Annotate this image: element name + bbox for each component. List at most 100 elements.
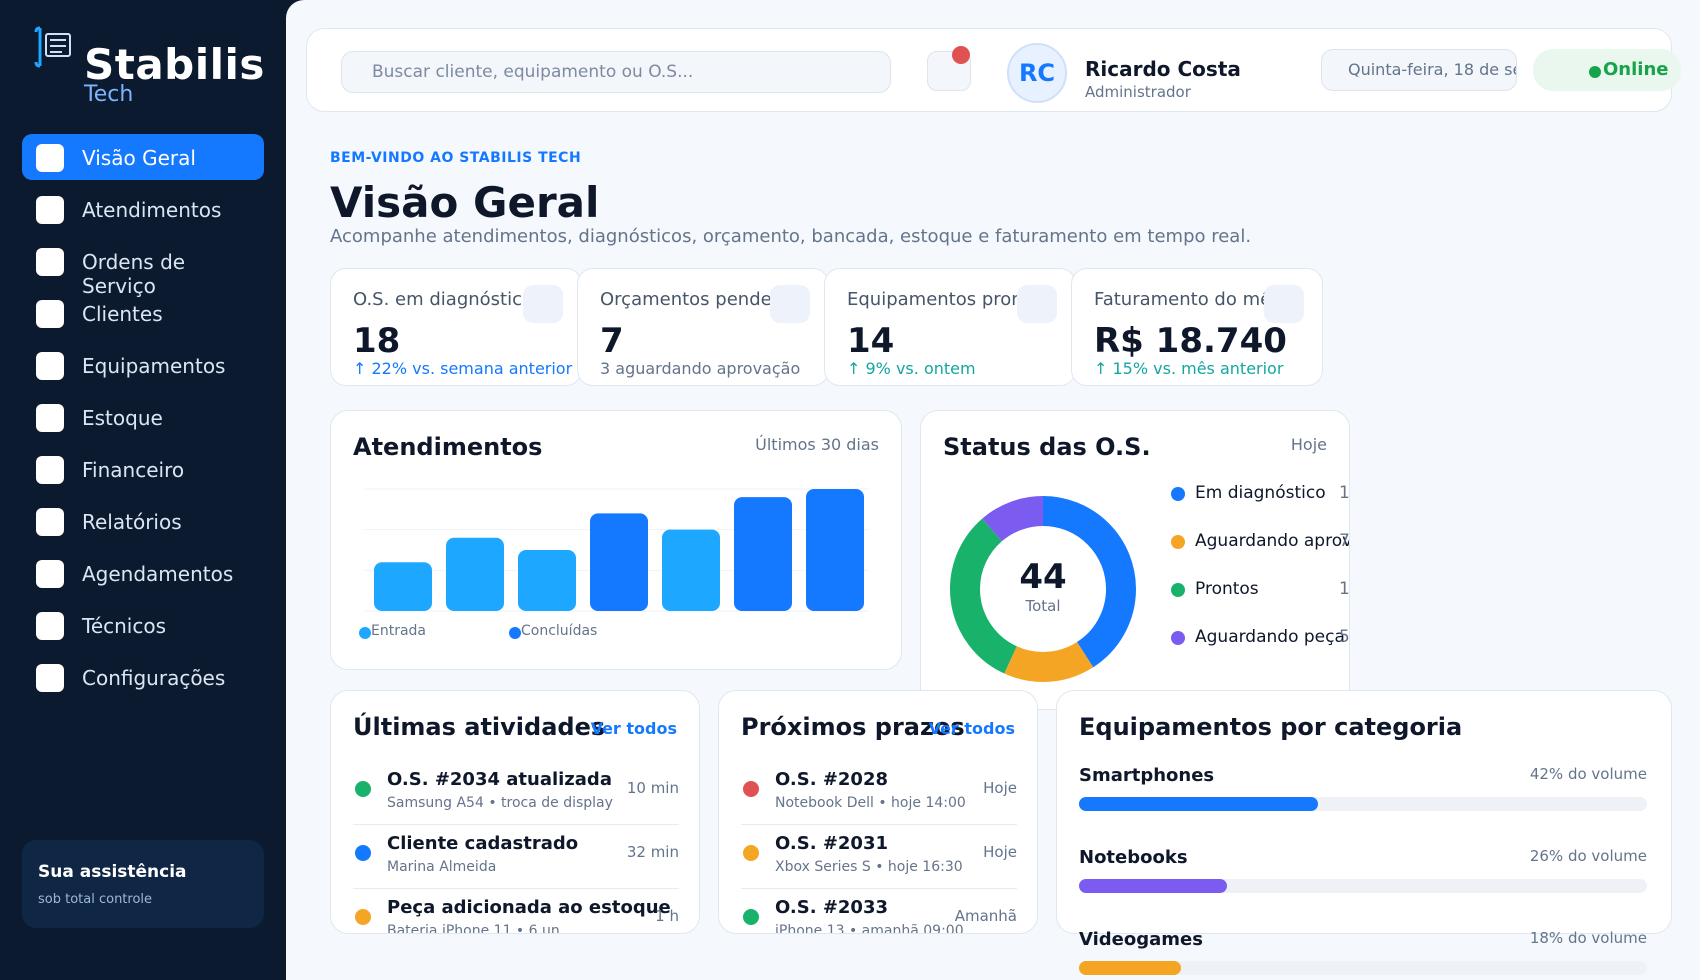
status-text: Online [1603, 59, 1669, 80]
deadlines-view-all-link[interactable]: Ver todos [929, 719, 1015, 738]
status-dot-icon [355, 909, 371, 925]
sidebar-item-clientes[interactable]: Clientes [22, 290, 264, 336]
activities-view-all-link[interactable]: Ver todos [591, 719, 677, 738]
list-item-subtitle: iPhone 13 • amanhã 09:00 [775, 923, 964, 934]
bar-6[interactable] [734, 497, 792, 611]
financeiro-icon [36, 456, 64, 484]
list-item[interactable]: O.S. #2033 iPhone 13 • amanhã 09:00 Amanhã [741, 891, 1017, 934]
avatar[interactable]: RC [1007, 43, 1067, 103]
stabilis-logo-icon [34, 26, 71, 68]
notification-badge-icon [952, 46, 970, 64]
categories-title: Equipamentos por categoria [1079, 713, 1463, 741]
status-swatch-icon [1171, 535, 1185, 549]
legend-entrada-label: Entrada [371, 623, 427, 639]
page-title: Visão Geral [330, 178, 600, 227]
category-progress-fill [1079, 961, 1182, 975]
sidebar-item-atendimentos[interactable]: Atendimentos [22, 186, 264, 232]
online-dot-icon [1589, 66, 1601, 78]
atendimentos-icon [36, 196, 64, 224]
sidebar-item-configuracoes[interactable]: Configurações [22, 654, 264, 700]
sidebar-item-label: Técnicos [82, 614, 167, 638]
sidebar-item-label: Atendimentos [82, 198, 222, 222]
legend-concluidas-swatch [509, 627, 521, 639]
bar-5[interactable] [662, 529, 720, 611]
ordens-de-servico-icon [36, 248, 64, 276]
status-dot-icon [743, 845, 759, 861]
sidebar-item-relatorios[interactable]: Relatórios [22, 498, 264, 544]
list-item[interactable]: Peça adicionada ao estoque Bateria iPhone… [353, 891, 679, 934]
kpi-label: Faturamento do mês [1094, 289, 1281, 310]
kpi-card[interactable]: Orçamentos pendentes 7 3 aguardando aprova… [577, 268, 829, 386]
page-subtitle: Acompanhe atendimentos, diagnósticos, or… [330, 226, 1252, 247]
list-item-title: Cliente cadastrado [387, 833, 579, 854]
category-item[interactable]: Smartphones 42% do volume [1079, 765, 1647, 825]
kpi-trend: ↑ 15% vs. mês anterior [1094, 359, 1284, 378]
sidebar-item-label: Agendamentos [82, 562, 234, 586]
legend-concluidas: Concluídas [509, 623, 597, 639]
sidebar-item-estoque[interactable]: Estoque [22, 394, 264, 440]
category-progress-fill [1079, 797, 1318, 811]
list-item[interactable]: O.S. #2034 atualizada Samsung A54 • troca… [353, 763, 679, 825]
kpi-icon [770, 285, 810, 323]
kpi-label: O.S. em diagnóstico [353, 289, 534, 310]
sidebar-item-label: Visão Geral [82, 146, 196, 170]
sidebar-item-agendamentos[interactable]: Agendamentos [22, 550, 264, 596]
list-item-time: Hoje [983, 779, 1017, 797]
kpi-trend: ↑ 22% vs. semana anterior [353, 359, 573, 378]
list-item-title: O.S. #2034 atualizada [387, 769, 612, 790]
sidebar-item-equipamentos[interactable]: Equipamentos [22, 342, 264, 388]
list-item-subtitle: Bateria iPhone 11 • 6 un. [387, 923, 565, 934]
search-input[interactable] [341, 51, 891, 93]
kpi-card[interactable]: Faturamento do mês R$ 18.740 ↑ 15% vs. mês… [1071, 268, 1323, 386]
sidebar-item-tecnicos[interactable]: Técnicos [22, 602, 264, 648]
category-percent: 18% do volume [1529, 929, 1647, 947]
category-progress-track [1079, 797, 1647, 811]
legend-entrada: Entrada [359, 623, 427, 639]
status-swatch-icon [1171, 631, 1185, 645]
brand[interactable]: Stabilis Tech [32, 24, 282, 114]
category-item[interactable]: Videogames 18% do volume [1079, 929, 1647, 980]
donut-total-label: Total [1025, 597, 1061, 615]
bar-4[interactable] [590, 513, 648, 611]
kpi-icon [523, 285, 563, 323]
bar-3[interactable] [518, 550, 576, 611]
kpi-value: 18 [353, 321, 401, 361]
status-range[interactable]: Hoje [1291, 435, 1327, 454]
status-legend-label: Prontos [1195, 579, 1259, 599]
list-item[interactable]: O.S. #2031 Xbox Series S • hoje 16:30 Hoje [741, 827, 1017, 889]
notifications-button[interactable] [927, 46, 971, 91]
sidebar-item-ordens-de-servico[interactable]: Ordens de Serviço [22, 238, 264, 298]
sidebar-item-financeiro[interactable]: Financeiro [22, 446, 264, 492]
kpi-card[interactable]: Equipamentos prontos 14 ↑ 9% vs. ontem [824, 268, 1076, 386]
list-item-title: O.S. #2028 [775, 769, 888, 790]
bar-2[interactable] [446, 537, 504, 611]
list-item[interactable]: Cliente cadastrado Marina Almeida 32 min [353, 827, 679, 889]
kpi-trend: ↑ 9% vs. ontem [847, 359, 976, 378]
attendance-card: Atendimentos Últimos 30 dias Entrada Con… [330, 410, 902, 670]
category-percent: 26% do volume [1529, 847, 1647, 865]
category-item[interactable]: Notebooks 26% do volume [1079, 847, 1647, 907]
list-item[interactable]: O.S. #2028 Notebook Dell • hoje 14:00 Hoje [741, 763, 1017, 825]
promo-card: Sua assistência sob total controle [22, 840, 264, 928]
status-dot-icon [743, 909, 759, 925]
welcome-eyebrow: BEM-VINDO AO STABILIS TECH [330, 150, 582, 166]
list-item-subtitle: Notebook Dell • hoje 14:00 [775, 795, 966, 811]
sidebar-item-label: Configurações [82, 666, 226, 690]
configuracoes-icon [36, 664, 64, 692]
sidebar-item-visao-geral[interactable]: Visão Geral [22, 134, 264, 180]
list-item-subtitle: Marina Almeida [387, 859, 497, 875]
legend-entrada-swatch [359, 627, 371, 639]
bar-7[interactable] [806, 489, 864, 611]
kpi-trend: 3 aguardando aprovação [600, 359, 801, 378]
promo-subtitle: sob total controle [38, 892, 153, 907]
list-item-title: O.S. #2033 [775, 897, 888, 918]
list-item-time: 1 h [655, 907, 679, 925]
sidebar-item-label: Equipamentos [82, 354, 226, 378]
bar-1[interactable] [374, 562, 432, 611]
topbar: RC Ricardo Costa Administrador Quinta-fe… [306, 28, 1681, 112]
list-item-time: 32 min [626, 843, 679, 861]
kpi-card[interactable]: O.S. em diagnóstico 18 ↑ 22% vs. semana an… [330, 268, 582, 386]
visao-geral-icon [36, 144, 64, 172]
clientes-icon [36, 300, 64, 328]
status-title: Status das O.S. [943, 433, 1151, 461]
